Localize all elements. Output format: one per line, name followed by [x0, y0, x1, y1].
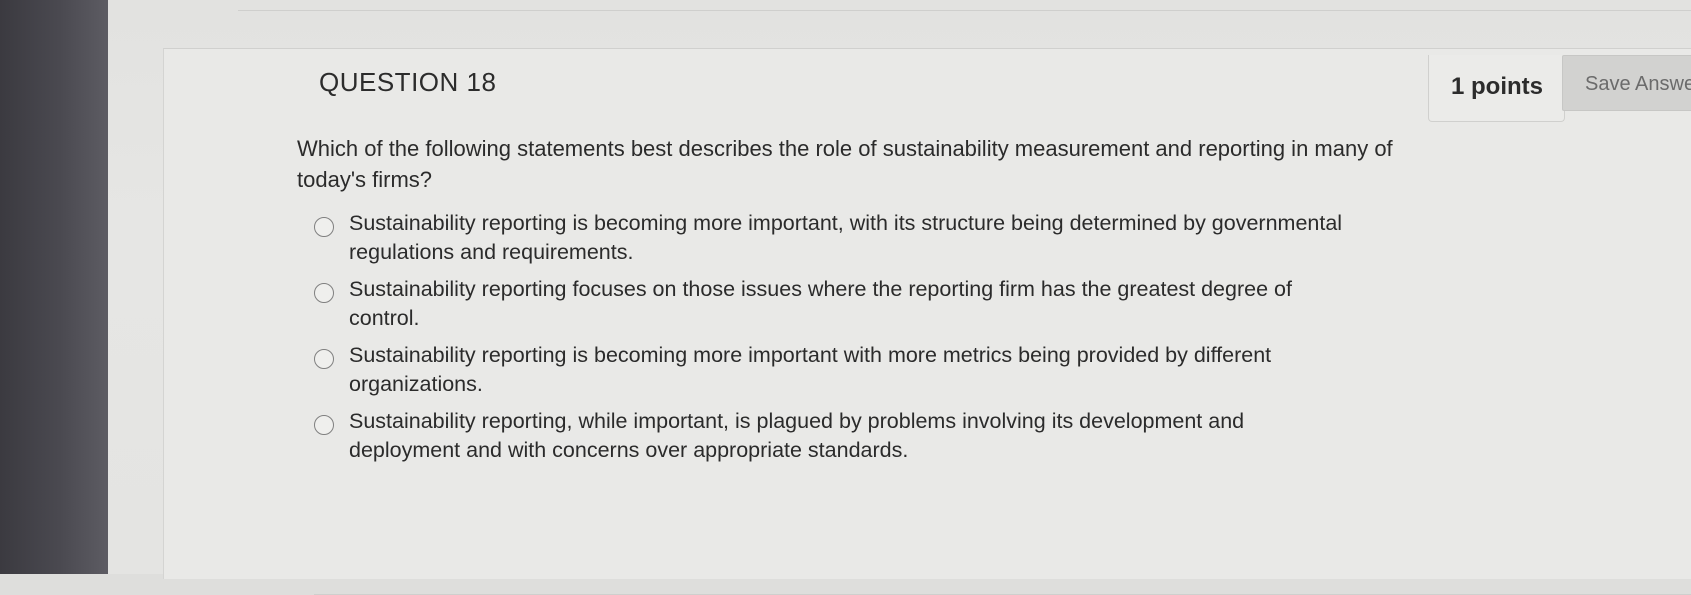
save-answer-button[interactable]: Save Answer — [1562, 55, 1691, 111]
radio-button[interactable] — [314, 349, 334, 369]
answer-option-label: Sustainability reporting focuses on thos… — [349, 277, 1292, 330]
answer-option[interactable]: Sustainability reporting, while importan… — [314, 407, 1454, 473]
radio-button[interactable] — [314, 415, 334, 435]
screen-bezel — [0, 0, 108, 574]
save-answer-label: Save Answer — [1585, 73, 1691, 95]
answer-option[interactable]: Sustainability reporting is becoming mor… — [314, 341, 1454, 407]
radio-button[interactable] — [314, 217, 334, 237]
question-header: QUESTION 18 1 points Save Answer — [164, 49, 1691, 122]
answer-option[interactable]: Sustainability reporting is becoming mor… — [314, 209, 1454, 275]
question-text: Which of the following statements best d… — [297, 136, 1393, 192]
divider — [238, 10, 1691, 11]
answer-option[interactable]: Sustainability reporting focuses on thos… — [314, 275, 1454, 341]
radio-button[interactable] — [314, 283, 334, 303]
quiz-page: QUESTION 18 1 points Save Answer Which o… — [108, 0, 1691, 595]
points-label: 1 points — [1451, 73, 1544, 100]
question-container: QUESTION 18 1 points Save Answer Which o… — [163, 48, 1691, 595]
answer-options: Sustainability reporting is becoming mor… — [314, 209, 1454, 473]
answer-option-label: Sustainability reporting, while importan… — [349, 409, 1245, 462]
answer-option-label: Sustainability reporting is becoming mor… — [349, 211, 1343, 264]
points-box: 1 points — [1428, 55, 1565, 122]
answer-option-label: Sustainability reporting is becoming mor… — [349, 343, 1272, 396]
question-number: QUESTION 18 — [319, 67, 497, 97]
